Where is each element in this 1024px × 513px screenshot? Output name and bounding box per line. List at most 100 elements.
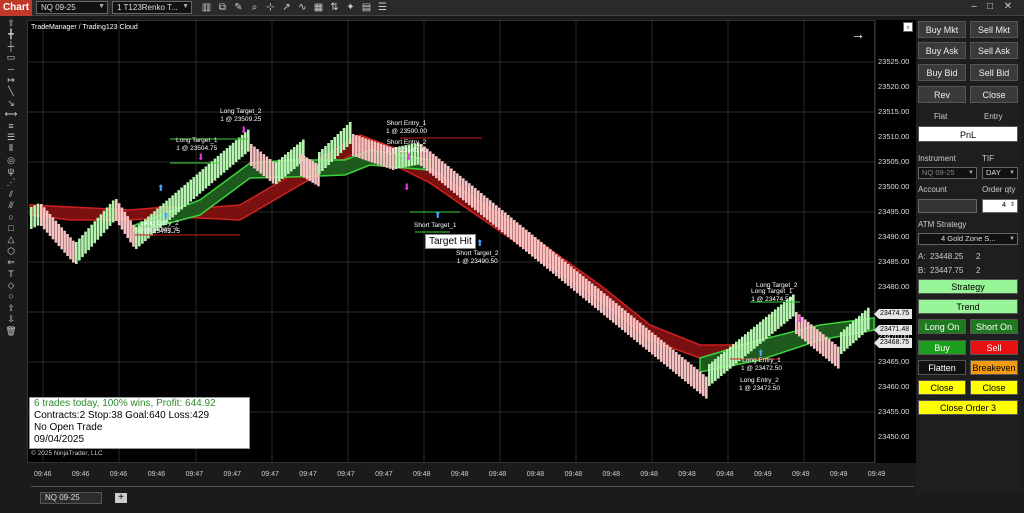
bear-brick <box>314 162 317 185</box>
close-order-button-1[interactable]: Close Order <box>918 380 966 408</box>
strategy-button[interactable]: Strategy <box>918 279 1018 294</box>
sell-ask-button[interactable]: Sell Ask <box>970 42 1018 59</box>
bull-brick <box>281 157 284 179</box>
sell-bid-button[interactable]: Sell Bid <box>970 64 1018 81</box>
bull-brick <box>216 155 220 178</box>
bear-brick <box>516 222 519 245</box>
price-tag: 23468.75 <box>874 338 913 348</box>
close-order-3-button[interactable]: Close Order 3 <box>918 400 1018 415</box>
price-axis-label: 23485.00 <box>878 257 910 266</box>
bear-brick <box>462 178 465 201</box>
stepper-icon[interactable]: ⇕ <box>1010 200 1015 210</box>
buy-mkt-button[interactable]: Buy Mkt <box>918 21 966 38</box>
bull-brick <box>750 329 753 352</box>
sell-mkt-button[interactable]: Sell Mkt <box>970 21 1018 38</box>
bull-brick <box>708 364 711 386</box>
price-axis-label: 23505.00 <box>878 157 910 166</box>
bear-brick <box>552 251 555 274</box>
bull-brick <box>843 329 846 352</box>
bear-brick <box>456 173 459 196</box>
bull-brick <box>99 214 103 237</box>
bull-brick <box>840 332 843 354</box>
bull-brick <box>339 131 343 153</box>
price-axis-label: 23495.00 <box>878 207 910 216</box>
time-axis-label: 09:49 <box>867 471 886 478</box>
atm-strategy-label: ATM Strategy <box>918 220 967 229</box>
ask-price: 23448.25 <box>930 252 964 261</box>
annotation-price: 1 @ 23500.00 <box>386 128 427 135</box>
bear-brick <box>546 246 549 269</box>
bear-brick <box>435 156 438 179</box>
sell-arrow-icon: ⬇ <box>403 182 411 192</box>
bear-brick <box>600 290 603 313</box>
long-on-button[interactable]: Long On <box>918 319 966 334</box>
bear-brick <box>465 180 468 203</box>
time-axis-label: 09:48 <box>526 471 545 478</box>
flatten-button[interactable]: Flatten <box>918 360 966 375</box>
bear-brick <box>540 241 543 264</box>
buy-bid-button[interactable]: Buy Bid <box>918 64 966 81</box>
bear-brick <box>633 317 636 340</box>
scroll-to-end-icon[interactable]: → <box>851 26 865 42</box>
bull-brick <box>36 203 40 226</box>
bull-brick <box>729 346 732 369</box>
bear-brick <box>474 188 477 211</box>
account-field[interactable] <box>918 199 977 213</box>
bear-brick <box>657 337 660 360</box>
bear-brick <box>684 359 687 382</box>
buy-button[interactable]: Buy <box>918 340 966 355</box>
bull-brick <box>723 351 726 374</box>
annotation-price: 1 @ 23500.00 <box>386 147 427 154</box>
bear-brick <box>429 151 432 174</box>
bear-brick <box>256 149 259 171</box>
short-on-button[interactable]: Short On <box>970 319 1018 334</box>
buy-arrow-icon: ⬆ <box>434 210 442 220</box>
bull-brick <box>207 163 211 186</box>
pnl-display[interactable]: PnL <box>918 126 1018 142</box>
buy-ask-button[interactable]: Buy Ask <box>918 42 966 59</box>
annotation-label: Short Target_2 <box>456 250 499 257</box>
rev-button[interactable]: Rev <box>918 86 966 103</box>
breakeven-button[interactable]: Breakeven <box>970 360 1018 375</box>
annotation-label: Long Entry_1 <box>742 357 781 364</box>
close-order-button-2[interactable]: Close Order <box>970 380 1018 408</box>
annotation: Short Target_1 <box>414 222 457 230</box>
instrument-tab[interactable]: NQ 09-25 <box>40 492 102 504</box>
annotation: Long Target_1 1 @ 23474.50 <box>751 288 792 304</box>
annotation-label: Short Target_1 <box>414 222 457 229</box>
bear-brick <box>837 346 840 369</box>
price-axis-label: 23460.00 <box>878 382 910 391</box>
ask-qty: 2 <box>976 252 981 261</box>
annotation-price: 1 @ 23474.50 <box>751 296 793 303</box>
atm-strategy-select[interactable]: 4 Gold Zone S... ▼ <box>918 233 1018 245</box>
bull-brick <box>243 132 247 155</box>
close-button[interactable]: Close <box>970 86 1018 103</box>
bear-brick <box>60 227 64 250</box>
sell-button[interactable]: Sell <box>970 340 1018 355</box>
bull-brick <box>234 140 238 163</box>
instrument-field[interactable]: NQ 09-25 ▼ <box>918 167 977 179</box>
tif-select[interactable]: DAY ▼ <box>982 167 1018 179</box>
trend-button[interactable]: Trend <box>918 299 1018 314</box>
time-axis-label: 09:47 <box>185 471 204 478</box>
bear-brick <box>355 135 358 158</box>
bear-brick <box>528 232 531 255</box>
bear-brick <box>367 139 370 162</box>
add-tab-button[interactable]: + <box>115 493 127 503</box>
bear-brick <box>300 154 303 176</box>
bear-brick <box>265 156 269 179</box>
bear-brick <box>507 214 510 237</box>
price-axis-label: 23455.00 <box>878 407 910 416</box>
annotation: Long Target_1 1 @ 23504.75 <box>176 137 217 153</box>
chart-trader-toggle-icon[interactable]: ▫ <box>903 22 913 32</box>
bear-brick <box>555 254 558 277</box>
bear-brick <box>373 141 377 164</box>
bull-brick <box>747 331 750 354</box>
bear-brick <box>123 211 127 234</box>
order-qty-field[interactable]: 4 ⇕ <box>982 199 1018 213</box>
bear-brick <box>579 273 582 296</box>
time-axis-label: 09:47 <box>223 471 242 478</box>
bid-price: 23447.75 <box>930 266 964 275</box>
bear-brick <box>807 321 810 344</box>
bull-brick <box>744 334 747 357</box>
